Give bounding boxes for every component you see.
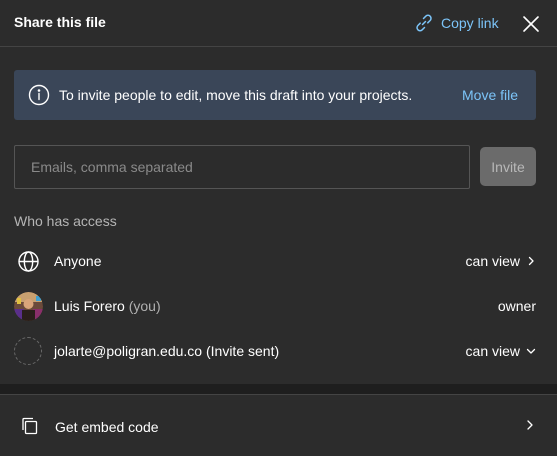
invite-sent-suffix: (Invite sent) [205,343,280,359]
close-button[interactable] [521,14,541,34]
copy-link-button[interactable]: Copy link [414,12,499,34]
chevron-right-icon [525,419,535,431]
access-name: Anyone [54,253,102,269]
embed-label: Get embed code [55,419,159,435]
info-icon [28,84,50,106]
share-dialog: Share this file Copy link To invite peop… [0,0,557,456]
invited-email: jolarte@poligran.edu.co [54,343,203,359]
permission-label: can view [465,343,520,359]
link-icon [414,13,434,33]
dialog-header: Share this file Copy link [0,0,557,47]
avatar [14,292,43,321]
email-invite-input[interactable] [14,145,470,189]
permission-label: owner [497,298,536,314]
get-embed-code-row[interactable]: Get embed code [0,394,557,456]
move-file-link[interactable]: Move file [462,87,518,103]
copy-link-label: Copy link [441,15,499,31]
access-row-anyone: Anyone can view [0,241,557,281]
dialog-title: Share this file [14,14,106,30]
permission-label: can view [465,253,520,269]
access-row-invited: jolarte@poligran.edu.co (Invite sent) ca… [0,331,557,371]
chevron-right-icon [526,256,536,266]
banner-message: To invite people to edit, move this draf… [59,87,413,103]
pending-avatar [14,337,43,366]
you-suffix: (you) [128,298,161,314]
user-avatar [14,292,43,321]
chevron-down-icon [526,346,536,356]
pending-avatar-circle [14,337,42,365]
permission-dropdown[interactable]: can view [466,253,536,269]
close-icon [521,14,541,34]
owner-name: Luis Forero [54,298,125,314]
embed-code-icon [20,416,40,436]
invite-button[interactable]: Invite [480,147,536,186]
access-name: jolarte@poligran.edu.co (Invite sent) [54,343,279,359]
move-draft-banner: To invite people to edit, move this draf… [14,70,536,120]
permission-dropdown[interactable]: can view [466,343,536,359]
access-row-owner: Luis Forero (you) owner [0,286,557,326]
access-name: Luis Forero (you) [54,298,161,314]
section-divider [0,384,557,394]
access-heading: Who has access [14,213,117,229]
globe-icon [14,247,43,276]
